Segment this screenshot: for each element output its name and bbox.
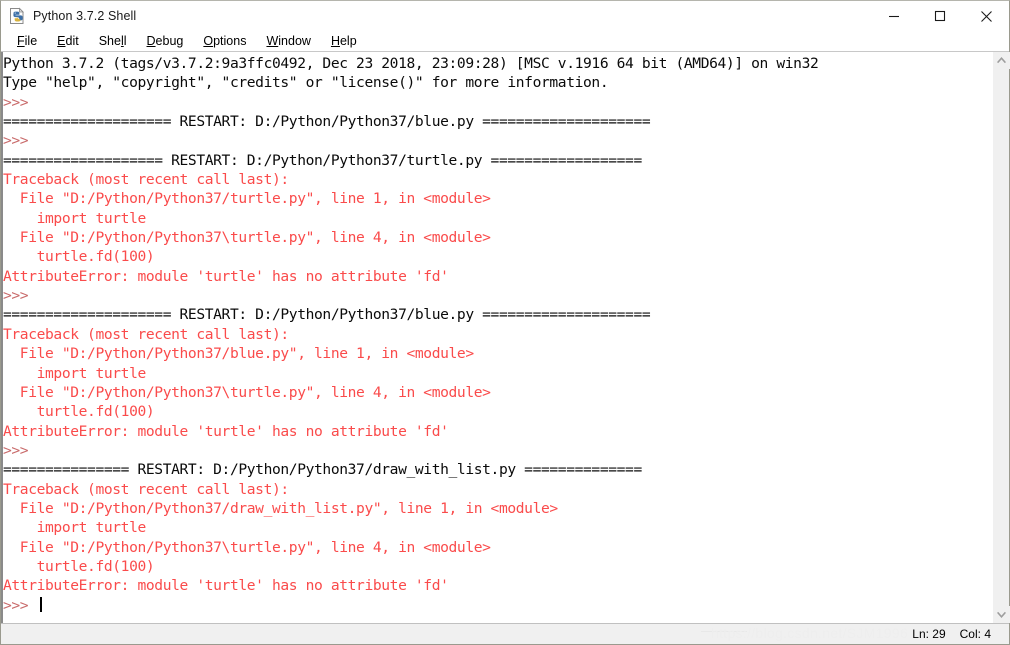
console-line: AttributeError: module 'turtle' has no a… [3,267,449,285]
console-line: >>> [3,441,37,459]
console-line: File "D:/Python/Python37/turtle.py", lin… [3,190,491,208]
console-line: File "D:/Python/Python37/blue.py", line … [3,345,474,363]
menu-accelerator: O [203,34,214,48]
console-line: ==================== RESTART: D:/Python/… [3,113,651,131]
menu-item-edit[interactable]: Edit [47,31,89,51]
shell-body: Python 3.7.2 (tags/v3.7.2:9a3ffc0492, De… [1,52,1010,623]
console-line: File "D:/Python/Python37\turtle.py", lin… [3,229,491,247]
console-line: ==================== RESTART: D:/Python/… [3,306,651,324]
status-line-number: Ln: 29 [912,627,946,641]
status-bar: https://blog.csdn.net/SJM1996 Ln: 29 Col… [1,623,1009,644]
menu-item-shell[interactable]: Shell [89,31,137,51]
maximize-button[interactable] [917,1,963,31]
menu-accelerator: W [266,34,279,48]
close-button[interactable] [963,1,1009,31]
console-line: Python 3.7.2 (tags/v3.7.2:9a3ffc0492, De… [3,55,819,72]
status-column-number: Col: 4 [959,627,991,641]
scroll-down-button[interactable] [993,606,1010,623]
text-caret [39,596,42,612]
menu-accelerator: l [120,34,124,48]
window-title: Python 3.7.2 Shell [33,9,137,23]
menu-accelerator: F [17,34,25,48]
python-file-icon [8,7,26,25]
menu-item-file[interactable]: File [7,31,47,51]
scroll-up-button[interactable] [993,52,1010,69]
console-line: turtle.fd(100) [3,403,155,421]
menu-item-help[interactable]: Help [321,31,367,51]
console-line: =================== RESTART: D:/Python/P… [3,151,642,169]
menu-accelerator: H [330,34,340,48]
console-text[interactable]: Python 3.7.2 (tags/v3.7.2:9a3ffc0492, De… [3,54,992,615]
console-line: AttributeError: module 'turtle' has no a… [3,577,449,595]
console-line: File "D:/Python/Python37\turtle.py", lin… [3,383,491,401]
idle-shell-window: Python 3.7.2 Shell File Edit Shell Debug Opt… [0,0,1010,645]
console-line: >>> [3,596,992,615]
shell-output-area[interactable]: Python 3.7.2 (tags/v3.7.2:9a3ffc0492, De… [1,52,992,623]
console-line: Traceback (most recent call last): [3,480,289,498]
scrollbar-track[interactable] [993,69,1009,606]
console-line: import turtle [3,519,147,537]
scrollbar-thumb[interactable] [993,69,1009,606]
menu-bar: File Edit Shell Debug Options Window Help [1,31,1009,52]
menu-item-window[interactable]: Window [256,31,320,51]
menu-accelerator: D [146,34,156,48]
menu-item-options[interactable]: Options [193,31,256,51]
watermark-text: https://blog.csdn.net/SJM1996 [711,625,909,641]
console-line: File "D:/Python/Python37\turtle.py", lin… [3,538,491,556]
vertical-scrollbar[interactable] [992,52,1010,623]
menu-accelerator: E [57,34,66,48]
title-bar: Python 3.7.2 Shell [1,1,1009,31]
window-controls [871,1,1009,31]
console-line: >>> [3,132,37,150]
console-line: AttributeError: module 'turtle' has no a… [3,422,449,440]
console-line: import turtle [3,209,147,227]
console-line: turtle.fd(100) [3,248,155,266]
console-line: import turtle [3,364,147,382]
console-line: Traceback (most recent call last): [3,325,289,343]
console-line: turtle.fd(100) [3,557,155,575]
console-line: File "D:/Python/Python37/draw_with_list.… [3,499,558,517]
menu-item-debug[interactable]: Debug [137,31,194,51]
console-line: >>> [3,93,37,111]
console-line: =============== RESTART: D:/Python/Pytho… [3,461,642,479]
minimize-button[interactable] [871,1,917,31]
console-line: >>> [3,287,37,305]
watermark-rule [701,631,747,632]
console-line: Type "help", "copyright", "credits" or "… [3,74,609,92]
console-line: Traceback (most recent call last): [3,171,289,189]
